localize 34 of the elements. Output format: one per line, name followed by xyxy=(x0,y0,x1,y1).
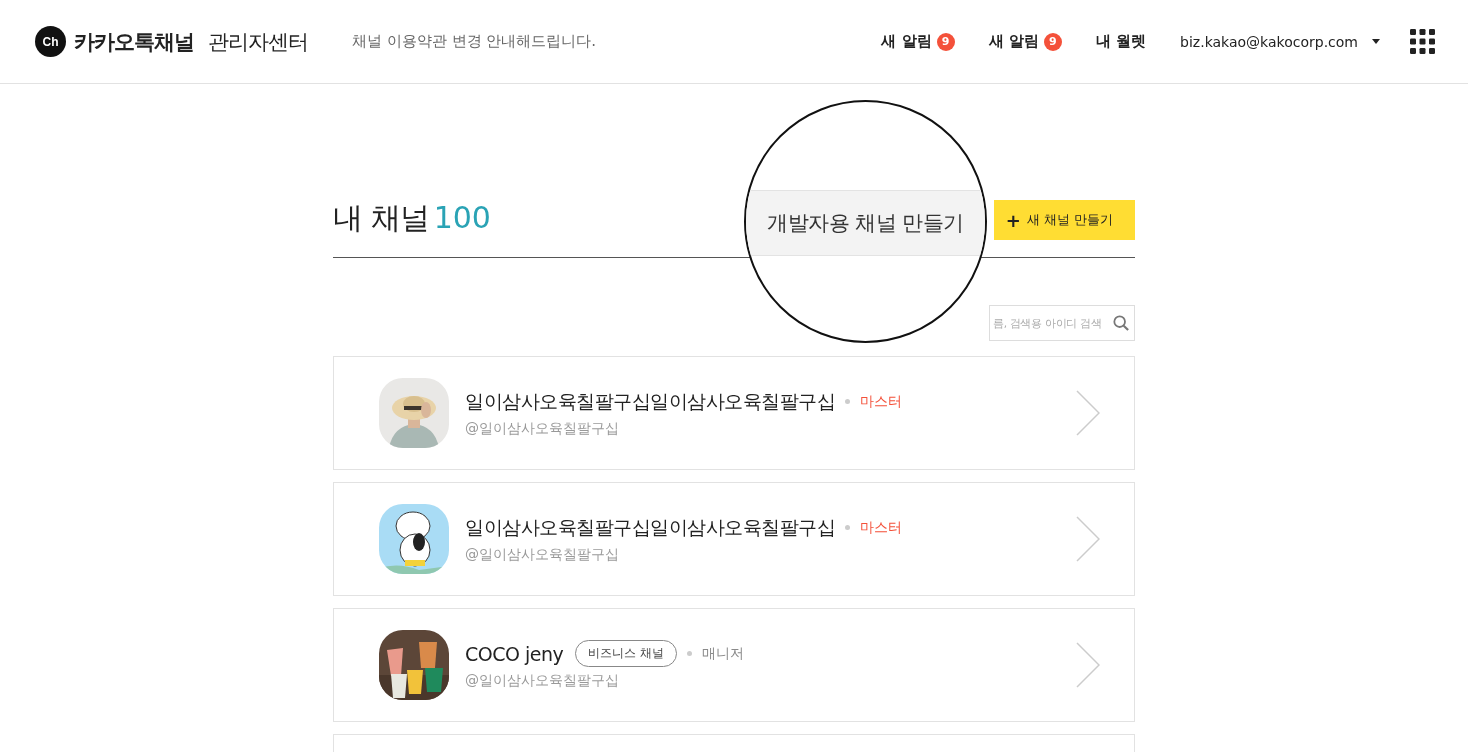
notice-link[interactable]: 채널 이용약관 변경 안내해드립니다. xyxy=(352,32,597,51)
role-label: 매니저 xyxy=(702,644,745,663)
page-title: 내 채널 xyxy=(333,200,429,235)
nav-link[interactable]: 새 알림 xyxy=(881,32,932,51)
search-input[interactable]: 름, 검색용 아이디 검색 xyxy=(993,317,1111,329)
channel-name: 일이삼사오육칠팔구십일이삼사오육칠팔구십 xyxy=(465,388,835,414)
channel-handle: @일이삼사오육칠팔구십 xyxy=(465,672,620,690)
channel-card[interactable]: 일이삼사오육칠팔구십일이삼사오육칠팔구십 마스터 @일이삼사오육칠팔구십 xyxy=(333,482,1135,596)
nav-link[interactable]: 내 월렛 xyxy=(1095,32,1147,51)
account-email[interactable]: biz.kakao@kakocorp.com xyxy=(1180,33,1358,50)
channel-card[interactable]: 일이삼사오육칠팔구십일이삼사오육칠팔구십 마스터 @일이삼사오육칠팔구십 xyxy=(333,356,1135,470)
search-field[interactable]: 름, 검색용 아이디 검색 xyxy=(989,305,1135,341)
channel-handle: @일이삼사오육칠팔구십 xyxy=(465,419,620,438)
count-badge: 9 xyxy=(1043,32,1062,51)
developer-channel-button[interactable]: 개발자용 채널 만들기 xyxy=(746,190,985,256)
channel-count: 100 xyxy=(433,200,491,235)
channel-handle: @일이삼사오육칠팔구십 xyxy=(465,545,620,564)
apps-grid-icon[interactable] xyxy=(1410,29,1435,54)
brand-name[interactable]: 카카오톡채널 xyxy=(74,27,194,56)
channel-name: COCO jeny xyxy=(465,642,564,665)
caret-icon[interactable] xyxy=(1372,39,1380,44)
count-badge: 9 xyxy=(936,32,955,51)
channel-name: 일이삼사오육칠팔구십일이삼사오육칠팔구십 xyxy=(465,514,835,540)
separator-dot xyxy=(845,525,850,530)
role-label: 마스터 xyxy=(860,392,902,411)
separator-dot xyxy=(845,399,850,404)
separator-dot xyxy=(687,651,693,656)
nav-link[interactable]: 새 알림 xyxy=(988,32,1039,51)
new-channel-button[interactable]: + 새 채널 만들기 xyxy=(993,200,1135,240)
brand-suffix: 관리자센터 xyxy=(208,28,308,56)
search-icon[interactable] xyxy=(1113,315,1129,331)
channel-card[interactable]: COCO jeny 비즈니스 채널 매니저 @일이삼사오육칠팔구십 xyxy=(333,608,1135,722)
logo-mark[interactable]: Ch xyxy=(35,26,66,57)
role-label: 마스터 xyxy=(860,518,902,537)
